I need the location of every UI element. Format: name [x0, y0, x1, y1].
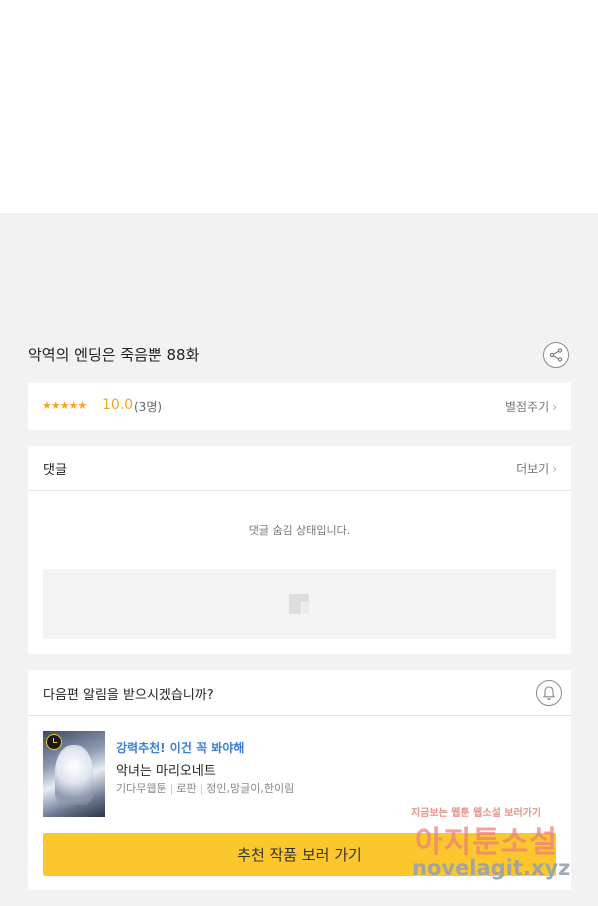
- comment-header: 댓글 더보기 ›: [28, 446, 571, 491]
- bell-icon: [543, 686, 555, 700]
- comment-card: 댓글 더보기 › 댓글 숨김 상태입니다.: [28, 446, 571, 654]
- share-button[interactable]: [543, 342, 569, 368]
- notify-bell-button[interactable]: [536, 680, 562, 706]
- meta-authors: 정인,망글이,한이림: [206, 782, 295, 795]
- watermark-logo-text: 아지툰소설: [415, 825, 558, 860]
- recommended-title[interactable]: 악녀는 마리오네트: [116, 760, 216, 779]
- meta-category: 기다무웹툰: [116, 782, 167, 795]
- comments-more-button[interactable]: 더보기 ›: [516, 460, 557, 477]
- site-watermark: 지금보는 웹툰 웹소설 보러가기 아지툰소설 novelagit.xyz: [409, 804, 579, 886]
- rating-stars: ★★★★★: [42, 399, 87, 412]
- notify-question: 다음편 알림을 받으시겠습니까?: [43, 688, 214, 703]
- recommend-tag: 강력추천! 이건 꼭 봐야해: [116, 741, 245, 755]
- rating-count: (3명): [134, 400, 163, 414]
- comments-hidden-message: 댓글 숨김 상태입니다.: [248, 524, 351, 537]
- recommended-thumbnail[interactable]: [43, 731, 105, 817]
- comment-image-placeholder: [43, 569, 556, 639]
- rating-score: 10.0: [102, 397, 134, 413]
- thumbnail-art: [55, 745, 93, 805]
- watermark-url: novelagit.xyz: [412, 856, 571, 880]
- meta-divider: |: [199, 782, 204, 795]
- comment-title: 댓글: [43, 463, 67, 478]
- comments-more-label: 더보기: [516, 462, 550, 476]
- rate-button[interactable]: 별점주기 ›: [505, 398, 557, 415]
- share-icon: [549, 348, 563, 362]
- top-blank-area: [0, 0, 598, 213]
- clock-icon: [46, 734, 62, 750]
- rating-card: ★★★★★ 10.0 (3명) 별점주기 ›: [28, 383, 571, 430]
- rate-button-label: 별점주기: [505, 400, 550, 414]
- chevron-right-icon: ›: [552, 400, 557, 414]
- recommended-meta: 기다무웹툰 | 로판 | 정인,망글이,한이림: [116, 780, 294, 796]
- meta-divider: |: [169, 782, 174, 795]
- meta-genre: 로판: [176, 782, 197, 795]
- notify-header: 다음편 알림을 받으시겠습니까?: [28, 670, 571, 716]
- chevron-right-icon: ›: [552, 462, 557, 476]
- episode-title: 악역의 엔딩은 죽음뿐 88화: [28, 346, 200, 364]
- placeholder-image-icon: [289, 594, 309, 614]
